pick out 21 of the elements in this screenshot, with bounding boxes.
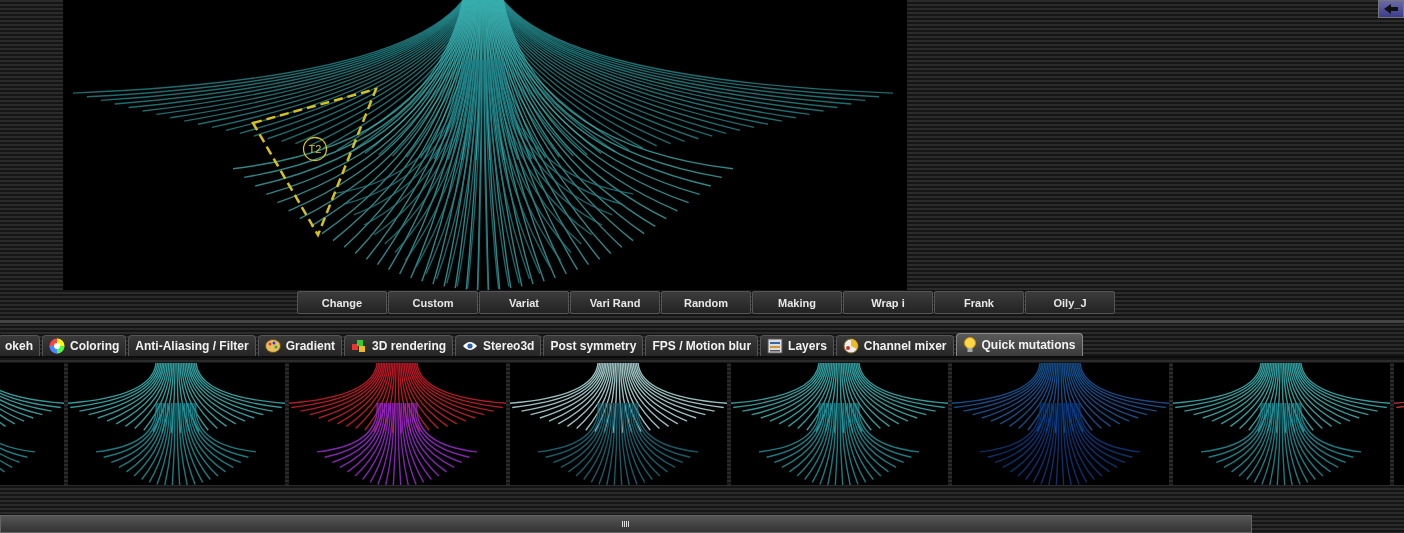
- tab[interactable]: Stereo3d: [455, 334, 542, 356]
- tab[interactable]: FPS / Motion blur: [645, 334, 759, 356]
- mutation-button[interactable]: Variat: [479, 291, 569, 314]
- tab[interactable]: Channel mixer: [835, 334, 954, 356]
- transform-label: T2: [302, 136, 328, 162]
- mutation-button[interactable]: Custom: [388, 291, 478, 314]
- mutation-button[interactable]: Random: [661, 291, 751, 314]
- mutation-button[interactable]: Frank: [934, 291, 1024, 314]
- mutation-button[interactable]: Vari Rand: [570, 291, 660, 314]
- tab[interactable]: 3D rendering: [344, 334, 454, 356]
- mutation-button[interactable]: Making: [752, 291, 842, 314]
- tab[interactable]: Coloring: [42, 334, 127, 356]
- tab[interactable]: Anti-Aliasing / Filter: [128, 334, 256, 356]
- tab[interactable]: Gradient: [257, 334, 343, 356]
- tab[interactable]: Post symmetry: [543, 334, 644, 356]
- tab[interactable]: Layers: [760, 334, 834, 356]
- mutation-button[interactable]: Change: [297, 291, 387, 314]
- tab[interactable]: okeh: [0, 334, 40, 356]
- tab[interactable]: Quick mutations: [955, 332, 1083, 356]
- mutation-button[interactable]: Wrap i: [843, 291, 933, 314]
- mutation-button[interactable]: Oily_J: [1025, 291, 1115, 314]
